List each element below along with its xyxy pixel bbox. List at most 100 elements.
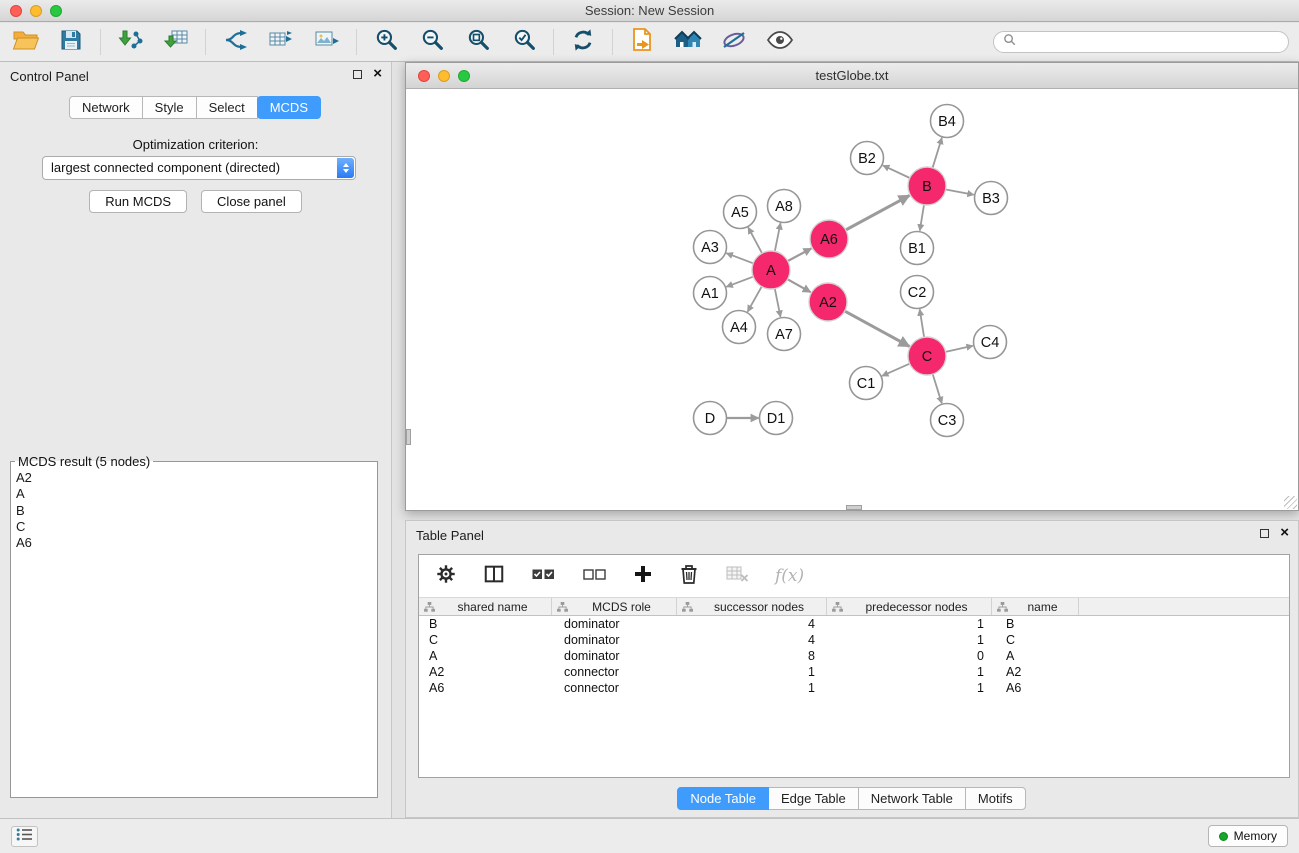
column-header-mcds-role[interactable]: MCDS role: [552, 598, 677, 615]
table-row[interactable]: A2connector11A2: [419, 664, 1289, 680]
zoom-out-button[interactable]: [417, 27, 447, 57]
cell-shared-name[interactable]: A2: [419, 665, 552, 679]
cell-mcds-role[interactable]: connector: [552, 681, 677, 695]
node-A8[interactable]: A8: [768, 190, 801, 223]
edge-A-A1[interactable]: [726, 277, 753, 287]
table-tab-node-table[interactable]: Node Table: [677, 787, 769, 810]
close-panel-icon[interactable]: ×: [373, 69, 382, 79]
cell-mcds-role[interactable]: dominator: [552, 617, 677, 631]
cell-name[interactable]: A: [992, 649, 1079, 663]
node-B4[interactable]: B4: [931, 105, 964, 138]
canvas-bottom-scroll-nub[interactable]: [846, 505, 862, 510]
delete-row-button[interactable]: [679, 563, 699, 590]
edge-A2-C[interactable]: [845, 311, 910, 346]
table-row[interactable]: Adominator80A: [419, 648, 1289, 664]
run-mcds-button[interactable]: Run MCDS: [89, 190, 187, 213]
cell-predecessor-nodes[interactable]: 0: [827, 649, 992, 663]
edge-C-C3[interactable]: [933, 374, 942, 403]
deselect-all-button[interactable]: [582, 565, 607, 588]
cell-mcds-role[interactable]: dominator: [552, 649, 677, 663]
node-A2[interactable]: A2: [809, 283, 847, 321]
cell-name[interactable]: C: [992, 633, 1079, 647]
node-D1[interactable]: D1: [760, 402, 793, 435]
edge-A-A6[interactable]: [788, 248, 812, 261]
zoom-selected-button[interactable]: [509, 27, 539, 57]
cell-name[interactable]: A2: [992, 665, 1079, 679]
style-button[interactable]: [719, 27, 749, 57]
mcds-result-list[interactable]: A2ABCA6: [11, 469, 377, 551]
import-network-button[interactable]: [115, 27, 145, 57]
refresh-button[interactable]: [568, 27, 598, 57]
mcds-result-item[interactable]: A: [16, 486, 377, 502]
columns-button[interactable]: [483, 563, 505, 590]
mcds-result-item[interactable]: A2: [16, 470, 377, 486]
network-zoom-button[interactable]: [458, 70, 470, 82]
open-session-button[interactable]: [627, 27, 657, 57]
edge-A-A8[interactable]: [775, 223, 781, 251]
table-float-panel-icon[interactable]: [1260, 529, 1269, 538]
mcds-result-item[interactable]: B: [16, 503, 377, 519]
table-row[interactable]: Bdominator41B: [419, 616, 1289, 632]
network-graph[interactable]: B4B2BB3A8A5A6A3B1AC2A1A2A4A7C4CC1C3DD1: [406, 90, 1298, 510]
edge-A-A3[interactable]: [726, 253, 753, 263]
save-button[interactable]: [56, 27, 86, 57]
cell-predecessor-nodes[interactable]: 1: [827, 633, 992, 647]
tab-select[interactable]: Select: [196, 96, 258, 119]
search-field[interactable]: [993, 31, 1289, 53]
column-header-predecessor-nodes[interactable]: predecessor nodes: [827, 598, 992, 615]
import-table-button[interactable]: [161, 27, 191, 57]
edge-B-B3[interactable]: [946, 190, 974, 195]
node-C[interactable]: C: [908, 337, 946, 375]
network-window-titlebar[interactable]: testGlobe.txt: [406, 63, 1298, 89]
resize-grip-icon[interactable]: [1284, 496, 1297, 509]
eye-button[interactable]: [765, 27, 795, 57]
column-header-successor-nodes[interactable]: successor nodes: [677, 598, 827, 615]
table-close-panel-icon[interactable]: ×: [1280, 528, 1289, 538]
node-A4[interactable]: A4: [723, 311, 756, 344]
table-row[interactable]: A6connector11A6: [419, 680, 1289, 696]
edge-B-B1[interactable]: [920, 205, 924, 231]
task-history-button[interactable]: [11, 826, 38, 847]
node-B3[interactable]: B3: [975, 182, 1008, 215]
cell-successor-nodes[interactable]: 8: [677, 649, 827, 663]
tab-network[interactable]: Network: [69, 96, 143, 119]
node-A7[interactable]: A7: [768, 318, 801, 351]
cell-shared-name[interactable]: A6: [419, 681, 552, 695]
export-network-button[interactable]: [220, 27, 250, 57]
open-file-button[interactable]: [10, 27, 40, 57]
select-all-button[interactable]: [531, 565, 556, 588]
minimize-window-button[interactable]: [30, 5, 42, 17]
node-A6[interactable]: A6: [810, 220, 848, 258]
export-image-button[interactable]: [312, 27, 342, 57]
edge-A-A2[interactable]: [788, 279, 811, 292]
zoom-in-button[interactable]: [371, 27, 401, 57]
tab-mcds[interactable]: MCDS: [257, 96, 321, 119]
cell-predecessor-nodes[interactable]: 1: [827, 617, 992, 631]
gear-button[interactable]: [435, 563, 457, 590]
cell-successor-nodes[interactable]: 1: [677, 681, 827, 695]
edge-A-A7[interactable]: [775, 289, 781, 317]
memory-button[interactable]: Memory: [1208, 825, 1288, 847]
cell-predecessor-nodes[interactable]: 1: [827, 681, 992, 695]
node-B[interactable]: B: [908, 167, 946, 205]
node-C1[interactable]: C1: [850, 367, 883, 400]
mcds-result-item[interactable]: C: [16, 519, 377, 535]
mcds-result-item[interactable]: A6: [16, 535, 377, 551]
cell-name[interactable]: B: [992, 617, 1079, 631]
cell-successor-nodes[interactable]: 1: [677, 665, 827, 679]
node-A3[interactable]: A3: [694, 231, 727, 264]
edge-C-C4[interactable]: [946, 346, 973, 352]
cell-successor-nodes[interactable]: 4: [677, 633, 827, 647]
close-window-button[interactable]: [10, 5, 22, 17]
float-panel-icon[interactable]: [353, 70, 362, 79]
column-header-name[interactable]: name: [992, 598, 1079, 615]
node-B1[interactable]: B1: [901, 232, 934, 265]
node-D[interactable]: D: [694, 402, 727, 435]
edge-A-A5[interactable]: [748, 227, 762, 253]
network-close-button[interactable]: [418, 70, 430, 82]
close-panel-button[interactable]: Close panel: [201, 190, 302, 213]
cell-shared-name[interactable]: C: [419, 633, 552, 647]
criterion-dropdown[interactable]: largest connected component (directed): [42, 156, 356, 180]
add-row-button[interactable]: [633, 564, 653, 589]
tab-style[interactable]: Style: [142, 96, 197, 119]
